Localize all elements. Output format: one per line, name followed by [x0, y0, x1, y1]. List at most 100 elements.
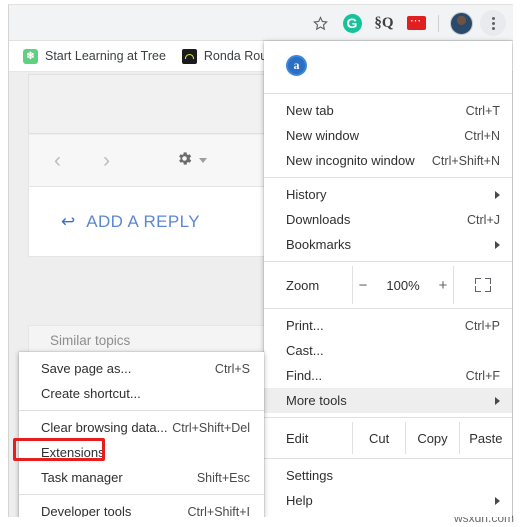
- menu-item-new-window[interactable]: New window Ctrl+N: [264, 123, 512, 148]
- menu-item-label: Bookmarks: [286, 237, 352, 252]
- submenu-item-developer-tools[interactable]: Developer tools Ctrl+Shift+I: [19, 499, 264, 517]
- menu-divider: [264, 177, 512, 178]
- menu-item-label: Settings: [286, 468, 333, 483]
- edit-label: Edit: [286, 430, 309, 446]
- extension-icon-dark[interactable]: §Q: [369, 8, 399, 38]
- zoom-controls: − 100% +: [352, 266, 454, 304]
- grammarly-extension-icon[interactable]: G: [337, 8, 367, 38]
- settings-dropdown[interactable]: [176, 150, 207, 172]
- submenu-item-save-page-as[interactable]: Save page as... Ctrl+S: [19, 356, 264, 381]
- menu-item-downloads[interactable]: Downloads Ctrl+J: [264, 207, 512, 232]
- chevron-down-icon: [199, 158, 207, 163]
- submenu-item-label: Save page as...: [41, 361, 132, 376]
- profile-avatar[interactable]: [446, 8, 476, 38]
- three-dots-icon: [480, 10, 506, 36]
- menu-divider: [264, 93, 512, 94]
- menu-item-label: Cast...: [286, 343, 324, 358]
- menu-item-accelerator: Ctrl+J: [467, 212, 500, 227]
- menu-divider: [264, 417, 512, 418]
- submenu-item-accelerator: Ctrl+S: [214, 361, 250, 376]
- submenu-item-accelerator: Ctrl+Shift+Del: [172, 420, 250, 435]
- next-page-icon[interactable]: ›: [103, 150, 110, 171]
- submenu-item-clear-browsing-data[interactable]: Clear browsing data... Ctrl+Shift+Del: [19, 415, 264, 440]
- chevron-right-icon: [495, 240, 500, 249]
- menu-item-help[interactable]: Help: [264, 488, 512, 513]
- reply-arrow-icon: ↩: [61, 212, 76, 231]
- video-icon: [181, 48, 197, 64]
- menu-item-label: Find...: [286, 368, 323, 383]
- toolbar-icon-group: G §Q ⋯: [305, 5, 508, 41]
- copy-button[interactable]: Copy: [405, 422, 458, 454]
- chrome-main-menu: a New tab Ctrl+T New window Ctrl+N New i…: [264, 41, 512, 517]
- star-glyph: [312, 15, 329, 32]
- menu-item-accelerator: Ctrl+N: [464, 128, 500, 143]
- paste-button[interactable]: Paste: [458, 422, 512, 454]
- menu-item-label: New window: [286, 128, 359, 143]
- bookmark-item-treehouse[interactable]: ❄ Start Learning at Tree: [23, 48, 166, 64]
- menu-item-label: Downloads: [286, 212, 351, 227]
- menu-item-new-tab[interactable]: New tab Ctrl+T: [264, 98, 512, 123]
- submenu-item-accelerator: Ctrl+Shift+I: [187, 504, 250, 518]
- menu-item-accelerator: Ctrl+Shift+N: [431, 153, 500, 168]
- menu-item-label: Help: [286, 493, 313, 508]
- browser-toolbar: G §Q ⋯: [9, 5, 513, 41]
- menu-item-print[interactable]: Print... Ctrl+P: [264, 313, 512, 338]
- menu-divider: [264, 308, 512, 309]
- menu-item-bookmarks[interactable]: Bookmarks: [264, 232, 512, 257]
- browser-window: G §Q ⋯ ❄ Start Learning at Tree Ronda Ro…: [8, 4, 513, 517]
- menu-item-label: New tab: [286, 103, 334, 118]
- submenu-item-label: Extensions: [41, 445, 105, 460]
- zoom-out-button[interactable]: −: [356, 277, 370, 294]
- submenu-item-create-shortcut[interactable]: Create shortcut...: [19, 381, 264, 406]
- chevron-right-icon: [495, 396, 500, 405]
- submenu-item-label: Create shortcut...: [41, 386, 141, 401]
- prev-page-icon[interactable]: ‹: [54, 150, 61, 171]
- adblock-glyph: ⋯: [406, 16, 426, 30]
- menu-item-accelerator: Ctrl+T: [465, 103, 500, 118]
- menu-divider: [264, 261, 512, 262]
- toolbar-divider: [438, 14, 439, 32]
- bookmark-label: Ronda Rou: [203, 49, 268, 63]
- bookmark-item-ronda[interactable]: Ronda Rou: [181, 48, 268, 64]
- cut-button[interactable]: Cut: [352, 422, 405, 454]
- adblock-extension-icon[interactable]: ⋯: [401, 8, 431, 38]
- submenu-divider: [19, 494, 264, 495]
- more-tools-submenu: Save page as... Ctrl+S Create shortcut..…: [19, 352, 264, 517]
- zoom-level-value: 100%: [386, 277, 420, 293]
- similar-topics-label: Similar topics: [50, 332, 131, 348]
- chevron-right-icon: [495, 190, 500, 199]
- menu-item-more-tools[interactable]: More tools: [264, 388, 512, 413]
- menu-item-settings[interactable]: Settings: [264, 463, 512, 488]
- chevron-right-icon: [495, 496, 500, 505]
- chrome-menu-button[interactable]: [478, 8, 508, 38]
- menu-item-label: More tools: [286, 393, 347, 408]
- menu-item-history[interactable]: History: [264, 182, 512, 207]
- fullscreen-button[interactable]: [454, 266, 512, 304]
- submenu-item-extensions[interactable]: Extensions: [19, 440, 264, 465]
- add-reply-label: ADD A REPLY: [86, 211, 200, 231]
- bookmark-star-icon[interactable]: [305, 8, 335, 38]
- menu-item-label: New incognito window: [286, 153, 415, 168]
- menu-item-accelerator: Ctrl+P: [464, 318, 500, 333]
- grammarly-glyph: G: [342, 13, 362, 33]
- submenu-item-label: Clear browsing data...: [41, 420, 168, 435]
- menu-item-accelerator: Ctrl+F: [465, 368, 500, 383]
- screenshot-root: G §Q ⋯ ❄ Start Learning at Tree Ronda Ro…: [0, 0, 520, 527]
- extension-dark-glyph: §Q: [374, 14, 394, 31]
- zoom-row: Zoom − 100% +: [264, 266, 512, 304]
- menu-profile-row[interactable]: a: [264, 41, 512, 89]
- gear-icon: [176, 150, 193, 172]
- bookmark-label: Start Learning at Tree: [45, 49, 166, 63]
- menu-item-find[interactable]: Find... Ctrl+F: [264, 363, 512, 388]
- submenu-item-accelerator: Shift+Esc: [196, 470, 250, 485]
- menu-item-new-incognito-window[interactable]: New incognito window Ctrl+Shift+N: [264, 148, 512, 173]
- zoom-in-button[interactable]: +: [436, 277, 450, 294]
- edit-row: Edit Cut Copy Paste: [264, 422, 512, 454]
- menu-item-cast[interactable]: Cast...: [264, 338, 512, 363]
- treehouse-icon: ❄: [23, 48, 38, 64]
- submenu-divider: [19, 410, 264, 411]
- menu-item-label: Print...: [286, 318, 324, 333]
- avatar: [449, 11, 473, 35]
- submenu-item-label: Task manager: [41, 470, 123, 485]
- submenu-item-task-manager[interactable]: Task manager Shift+Esc: [19, 465, 264, 490]
